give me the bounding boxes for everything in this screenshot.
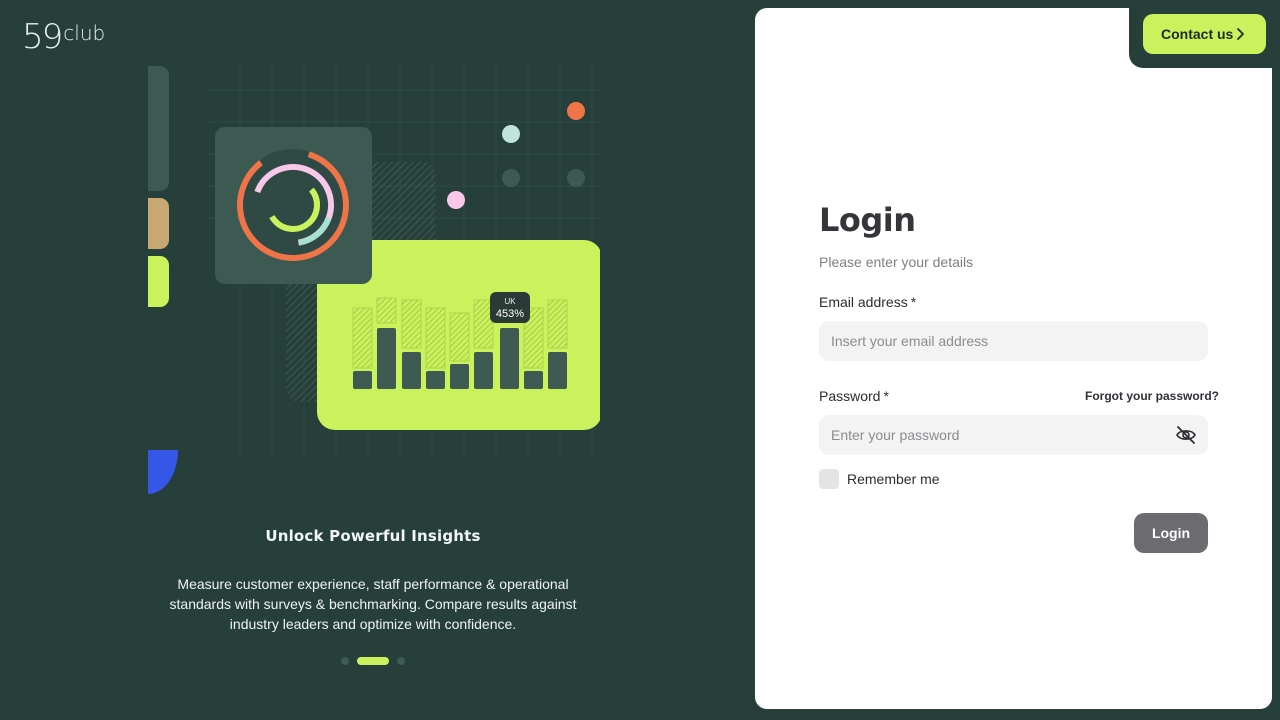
value-badge: UK 453% [490,292,530,323]
email-field[interactable] [819,321,1208,361]
carousel-dot-3[interactable] [397,657,405,665]
carousel-pagination [341,657,405,665]
login-button[interactable]: Login [1134,513,1208,553]
carousel-dot-2[interactable] [357,657,389,665]
logo-word: club [63,21,106,45]
login-button-label: Login [1151,525,1191,541]
forgot-password-link[interactable]: Forgot your password? [1085,389,1219,403]
logo-number: 59 [22,17,63,57]
password-field[interactable] [819,415,1208,455]
required-mark: * [910,294,917,310]
email-label: Email address * [819,294,917,310]
contact-us-label: Contact us [1161,26,1234,42]
carousel-title: Unlock Powerful Insights [265,527,481,545]
remember-me-checkbox[interactable] [819,469,839,489]
carousel-description: Measure customer experience, staff perfo… [169,576,577,632]
login-title: Login [819,201,916,239]
insights-illustration: UK 453% [148,66,600,494]
carousel-dot-1[interactable] [341,657,349,665]
svg-text:453%: 453% [496,308,524,320]
contact-us-button[interactable]: Contact us [1143,14,1266,54]
svg-text:UK: UK [504,297,516,306]
chevron-right-icon [1237,28,1244,40]
brand-logo[interactable]: 59 club [22,20,105,54]
required-mark: * [883,388,889,404]
password-label: Password * [819,388,889,404]
remember-me-label[interactable]: Remember me [847,471,940,487]
eye-off-icon[interactable] [1175,425,1197,445]
login-subtitle: Please enter your details [819,254,974,270]
